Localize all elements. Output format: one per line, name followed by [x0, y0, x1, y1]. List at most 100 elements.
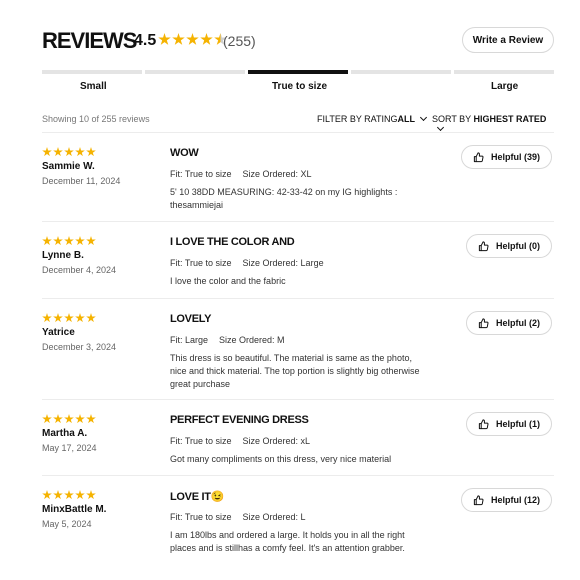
review-date: December 4, 2024: [42, 265, 117, 275]
helpful-button[interactable]: Helpful (12): [460, 488, 552, 512]
review-body: Got many compliments on this dress, very…: [170, 454, 392, 464]
filter-value: ALL: [397, 114, 416, 124]
review-body: This dress is so beautiful. The material…: [170, 353, 420, 389]
sort-by-dropdown[interactable]: SORT BY HIGHEST RATED: [432, 114, 554, 134]
star-icon: [53, 490, 63, 500]
filter-by-rating-dropdown[interactable]: FILTER BY RATINGALL: [317, 113, 428, 124]
fit-label-small: Small: [80, 81, 107, 92]
star-icon: [64, 414, 74, 424]
helpful-label: Helpful (1): [496, 419, 540, 429]
filter-label: FILTER BY RATING: [317, 114, 398, 124]
review-fit: Fit: True to size: [170, 512, 232, 522]
star-icon: [75, 414, 85, 424]
review-title: PERFECT EVENING DRESS: [170, 414, 309, 426]
review-date: May 5, 2024: [42, 519, 92, 529]
fit-segment-4: [351, 70, 451, 74]
chevron-down-icon: [436, 123, 445, 132]
review-meta: Fit: True to size Size Ordered: Large: [170, 258, 324, 268]
review-item: Lynne B. December 4, 2024 I LOVE THE COL…: [42, 221, 554, 298]
reviews-list: Sammie W. December 11, 2024 WOW Fit: Tru…: [42, 132, 554, 564]
review-stars: [42, 313, 97, 323]
review-meta: Fit: True to size Size Ordered: L: [170, 512, 306, 522]
review-count: (255): [223, 33, 256, 49]
review-fit: Fit: True to size: [170, 169, 232, 179]
thumbs-up-icon: [478, 317, 489, 329]
fit-label-large: Large: [491, 81, 519, 92]
average-rating: 4.5: [134, 32, 157, 49]
star-icon: [75, 490, 85, 500]
star-icon: [186, 33, 199, 45]
star-icon: [64, 313, 74, 323]
star-icon: [42, 490, 52, 500]
star-icon: [53, 147, 63, 157]
review-stars: [42, 147, 97, 157]
star-icon: [42, 236, 52, 246]
fit-label-true-to-size: True to size: [272, 81, 328, 92]
review-size: Size Ordered: xL: [242, 436, 311, 446]
review-meta: Fit: Large Size Ordered: M: [170, 335, 285, 345]
review-item: Yatrice December 3, 2024 LOVELY Fit: Lar…: [42, 298, 554, 399]
review-body: 5' 10 38DD MEASURING: 42-33-42 on my IG …: [170, 187, 398, 210]
reviews-toolbar: Showing 10 of 255 reviews FILTER BY RATI…: [42, 113, 554, 132]
average-stars: [158, 33, 228, 46]
star-icon: [53, 236, 63, 246]
review-size: Size Ordered: L: [242, 512, 306, 522]
review-stars: [42, 490, 97, 500]
review-date: December 3, 2024: [42, 342, 117, 352]
review-size: Size Ordered: XL: [242, 169, 312, 179]
reviewer-name: MinxBattle M.: [42, 504, 107, 515]
review-item: MinxBattle M. May 5, 2024 LOVE IT😉 Fit: …: [42, 475, 554, 564]
helpful-label: Helpful (12): [490, 495, 540, 505]
review-title: LOVELY: [170, 313, 212, 325]
star-icon: [42, 313, 52, 323]
thumbs-up-icon: [478, 418, 489, 430]
star-icon: [42, 414, 52, 424]
page-title: REVIEWS: [42, 28, 137, 53]
helpful-button[interactable]: Helpful (0): [466, 234, 552, 258]
thumbs-up-icon: [473, 494, 484, 506]
chevron-down-icon: [419, 113, 428, 122]
review-fit: Fit: True to size: [170, 258, 232, 268]
fit-segment-small: [42, 70, 142, 74]
helpful-label: Helpful (2): [496, 318, 540, 328]
showing-count: Showing 10 of 255 reviews: [42, 114, 150, 124]
star-icon: [75, 313, 85, 323]
star-icon: [158, 33, 171, 45]
review-body: I am 180lbs and ordered a large. It hold…: [170, 530, 405, 553]
star-icon: [53, 414, 63, 424]
write-review-button[interactable]: Write a Review: [462, 27, 554, 53]
star-icon: [86, 147, 96, 157]
review-size: Size Ordered: M: [219, 335, 285, 345]
helpful-button[interactable]: Helpful (39): [460, 145, 552, 169]
helpful-button[interactable]: Helpful (2): [466, 311, 552, 335]
reviewer-name: Lynne B.: [42, 250, 84, 261]
reviewer-name: Yatrice: [42, 327, 75, 338]
review-fit: Fit: True to size: [170, 436, 232, 446]
review-stars: [42, 236, 97, 246]
review-fit: Fit: Large: [170, 335, 209, 345]
review-meta: Fit: True to size Size Ordered: XL: [170, 169, 312, 179]
thumbs-up-icon: [473, 151, 484, 163]
sort-label: SORT BY: [432, 114, 472, 124]
review-size: Size Ordered: Large: [242, 258, 324, 268]
star-icon: [86, 414, 96, 424]
helpful-button[interactable]: Helpful (1): [466, 412, 552, 436]
star-icon: [75, 147, 85, 157]
review-item: Sammie W. December 11, 2024 WOW Fit: Tru…: [42, 132, 554, 221]
helpful-label: Helpful (0): [496, 241, 540, 251]
review-stars: [42, 414, 97, 424]
review-item: Martha A. May 17, 2024 PERFECT EVENING D…: [42, 399, 554, 475]
thumbs-up-icon: [478, 240, 489, 252]
reviewer-name: Martha A.: [42, 428, 88, 439]
helpful-label: Helpful (39): [490, 152, 540, 162]
review-title: I LOVE THE COLOR AND: [170, 236, 295, 248]
star-icon: [86, 236, 96, 246]
star-icon: [75, 236, 85, 246]
star-icon: [42, 147, 52, 157]
star-icon: [86, 490, 96, 500]
review-title: WOW: [170, 147, 199, 159]
fit-scale: Small True to size Large: [42, 70, 554, 96]
review-meta: Fit: True to size Size Ordered: xL: [170, 436, 310, 446]
star-icon: [86, 313, 96, 323]
review-date: December 11, 2024: [42, 176, 121, 186]
